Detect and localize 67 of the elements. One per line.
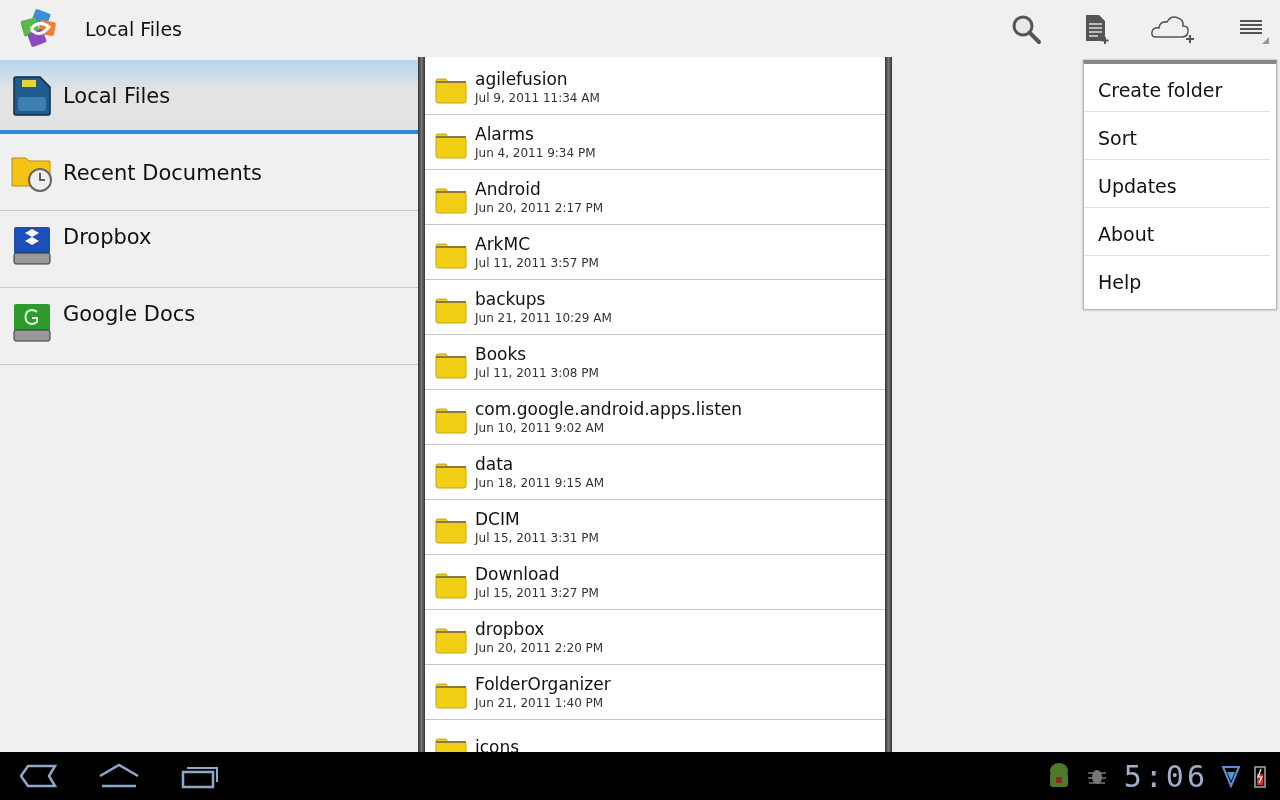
folder-row[interactable]: DCIM Jul 15, 2011 3:31 PM	[425, 500, 885, 555]
folder-name: dropbox	[475, 619, 546, 639]
folder-row[interactable]: ArkMC Jul 11, 2011 3:57 PM	[425, 225, 885, 280]
folder-icon	[435, 296, 467, 324]
screen-title: Local Files	[85, 17, 182, 40]
back-icon[interactable]	[18, 763, 58, 789]
folder-row[interactable]: backups Jun 21, 2011 10:29 AM	[425, 280, 885, 335]
splitter-handle[interactable]	[418, 57, 425, 752]
folder-name: Books	[475, 344, 528, 364]
folder-icon	[435, 681, 467, 709]
menu-item[interactable]: Help	[1084, 256, 1270, 303]
folder-icon	[435, 186, 467, 214]
folder-name: ArkMC	[475, 234, 531, 254]
folder-row[interactable]: Books Jul 11, 2011 3:08 PM	[425, 335, 885, 390]
folder-row[interactable]: agilefusion Jul 9, 2011 11:34 AM	[425, 60, 885, 115]
sd-card-icon	[10, 73, 54, 117]
sidebar-item[interactable]: Dropbox	[0, 211, 418, 288]
clock: 5:06	[1123, 758, 1208, 794]
folder-name: Alarms	[475, 124, 535, 144]
sidebar-item[interactable]: Local Files	[0, 60, 418, 134]
battery-icon	[1254, 764, 1266, 788]
modified-date: Jun 21, 2011 10:29 AM	[475, 311, 612, 325]
modified-date: Jun 21, 2011 1:40 PM	[475, 696, 605, 710]
menu-item[interactable]: About	[1084, 208, 1270, 256]
modified-date: Jun 20, 2011 2:20 PM	[475, 641, 604, 655]
folder-name: com.google.android.apps.listen	[475, 399, 743, 419]
folder-row[interactable]: FolderOrganizer Jun 21, 2011 1:40 PM	[425, 665, 885, 720]
modified-date: Jul 11, 2011 3:08 PM	[475, 366, 599, 380]
modified-date: Jun 18, 2011 9:15 AM	[475, 476, 605, 490]
menu-item[interactable]: Create folder	[1084, 64, 1270, 112]
folder-row[interactable]: data Jun 18, 2011 9:15 AM	[425, 445, 885, 500]
modified-date: Jul 9, 2011 11:34 AM	[475, 91, 600, 105]
folder-icon	[435, 76, 467, 104]
menu-item[interactable]: Updates	[1084, 160, 1270, 208]
folder-name: agilefusion	[475, 69, 569, 89]
folder-icon	[435, 516, 467, 544]
folder-icon	[435, 241, 467, 269]
modified-date: Jul 15, 2011 3:27 PM	[475, 586, 599, 600]
splitter-handle[interactable]	[885, 57, 892, 752]
folder-name: DCIM	[475, 509, 521, 529]
folder-icon	[435, 131, 467, 159]
folder-icon	[435, 461, 467, 489]
folder-icon	[435, 626, 467, 654]
folder-name: data	[475, 454, 515, 474]
home-icon[interactable]	[98, 763, 140, 789]
wifi-icon	[1222, 764, 1240, 788]
menu-item[interactable]: Sort	[1084, 112, 1270, 160]
modified-date: Jun 10, 2011 9:02 AM	[475, 421, 606, 435]
folder-row[interactable]: Alarms Jun 4, 2011 9:34 PM	[425, 115, 885, 170]
folder-row[interactable]: com.google.android.apps.listen Jun 10, 2011 9:02 AM	[425, 390, 885, 445]
modified-date: Jul 11, 2011 3:57 PM	[475, 256, 599, 270]
app-logo-icon	[19, 8, 59, 49]
folder-name: Download	[475, 564, 561, 584]
folder-name: backups	[475, 289, 547, 309]
folder-name: FolderOrganizer	[475, 674, 611, 694]
sidebar-item[interactable]: Recent Documents	[0, 134, 418, 211]
modified-date: Jun 4, 2011 9:34 PM	[475, 146, 596, 160]
folder-row[interactable]: Android Jun 20, 2011 2:17 PM	[425, 170, 885, 225]
folder-icon	[435, 571, 467, 599]
sidebar-item[interactable]: Google Docs	[0, 288, 418, 365]
modified-date: Jun 20, 2011 2:17 PM	[475, 201, 604, 215]
folder-row[interactable]: dropbox Jun 20, 2011 2:20 PM	[425, 610, 885, 665]
folder-name: Android	[475, 179, 542, 199]
folder-icon	[435, 351, 467, 379]
folder-icon	[435, 406, 467, 434]
folder-row[interactable]: Download Jul 15, 2011 3:27 PM	[425, 555, 885, 610]
modified-date: Jul 15, 2011 3:31 PM	[475, 531, 599, 545]
